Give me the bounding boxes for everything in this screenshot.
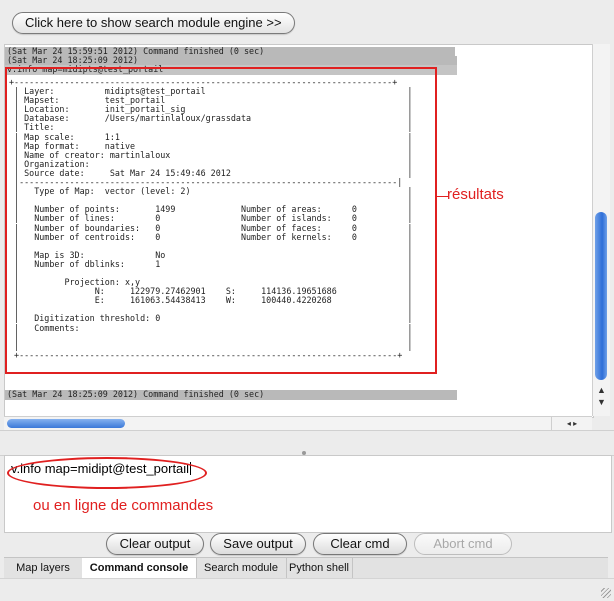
status-footer: [0, 578, 614, 601]
scroll-right-arrow-icon[interactable]: ▸: [573, 419, 577, 428]
command-prompt-area[interactable]: v.info map=midipt@test_portail ou en lig…: [4, 455, 612, 533]
save-output-button[interactable]: Save output: [210, 533, 306, 555]
tab-python-shell[interactable]: Python shell: [286, 558, 353, 578]
clear-output-button[interactable]: Clear output: [106, 533, 204, 555]
command-highlight-ellipse: [7, 457, 207, 489]
show-search-module-button[interactable]: Click here to show search module engine …: [12, 12, 295, 34]
top-bar: Click here to show search module engine …: [0, 0, 614, 44]
scroll-left-arrow-icon[interactable]: ◂: [567, 419, 571, 428]
abort-cmd-button[interactable]: Abort cmd: [414, 533, 512, 555]
scroll-up-arrow-icon[interactable]: ▲: [597, 385, 606, 395]
resize-grip-icon[interactable]: [601, 588, 611, 598]
horizontal-scroll-thumb[interactable]: [7, 419, 125, 428]
console-button-row: Clear output Save output Clear cmd Abort…: [0, 533, 614, 555]
status-line-finished: (Sat Mar 24 18:25:09 2012) Command finis…: [7, 389, 265, 399]
results-annotation: résultats: [447, 186, 504, 203]
pane-splitter[interactable]: [0, 430, 614, 456]
tab-map-layers[interactable]: Map layers: [4, 558, 83, 578]
clear-cmd-button[interactable]: Clear cmd: [313, 533, 407, 555]
notebook-tabs: Map layers Command console Search module…: [4, 557, 608, 578]
output-horizontal-scrollbar[interactable]: ◂ ▸: [4, 416, 592, 431]
output-vertical-scrollbar[interactable]: ▲ ▼: [592, 44, 610, 416]
vertical-scroll-thumb[interactable]: [595, 212, 607, 380]
results-highlight-box: [5, 67, 437, 374]
scroll-down-arrow-icon[interactable]: ▼: [597, 397, 606, 407]
tab-search-module[interactable]: Search module: [196, 558, 287, 578]
horizontal-scroll-arrows[interactable]: ◂ ▸: [551, 417, 592, 431]
command-line-annotation: ou en ligne de commandes: [33, 497, 214, 514]
tab-command-console[interactable]: Command console: [82, 558, 197, 578]
